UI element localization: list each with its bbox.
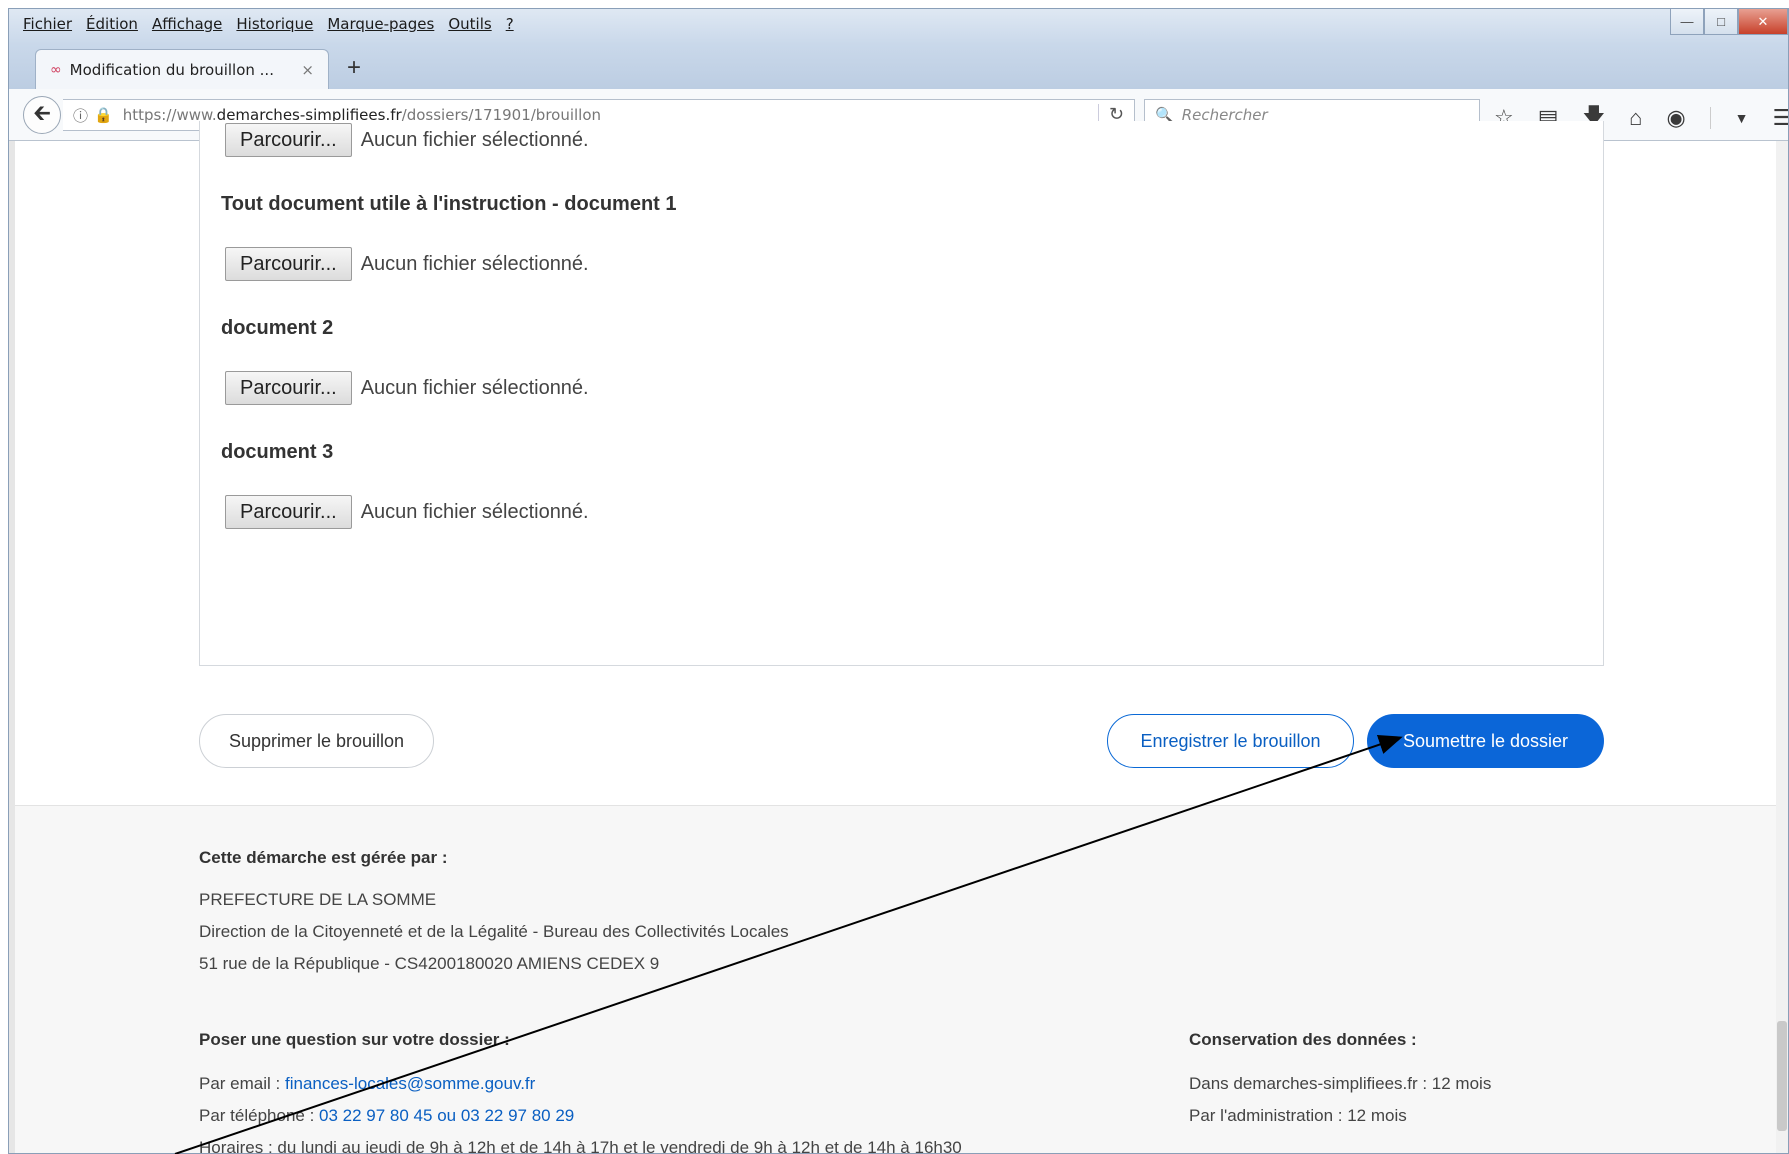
dropdown-icon[interactable]: ▼ (1735, 110, 1749, 126)
tab-close-icon[interactable]: × (301, 61, 314, 79)
retention-line: Dans demarches-simplifiees.fr : 12 mois (1189, 1074, 1492, 1093)
field-label-document-3: document 3 (221, 441, 334, 463)
tab-strip: ∞ Modification du brouillon ... × + (9, 45, 1788, 89)
email-line: Par email : finances-locales@somme.gouv.… (199, 1074, 536, 1093)
browse-button-document-3[interactable]: Parcourir... (225, 495, 352, 529)
phone-link[interactable]: 03 22 97 80 45 ou 03 22 97 80 29 (319, 1106, 574, 1125)
info-icon[interactable]: ⓘ (73, 105, 88, 126)
lock-icon[interactable]: 🔒 (94, 106, 113, 124)
menu-historique[interactable]: Historique (236, 15, 313, 33)
tab-active[interactable]: ∞ Modification du brouillon ... × (35, 49, 329, 89)
menu-bar: Fichier Édition Affichage Historique Mar… (23, 15, 514, 33)
toolbar-separator (1709, 107, 1711, 129)
org-line: Direction de la Citoyenneté et de la Lég… (199, 922, 789, 941)
menu-edition[interactable]: Édition (86, 15, 138, 33)
close-window-button[interactable]: ✕ (1738, 9, 1788, 35)
browse-button-document-2[interactable]: Parcourir... (225, 371, 352, 405)
title-bar: Fichier Édition Affichage Historique Mar… (9, 9, 1788, 45)
new-tab-button[interactable]: + (339, 51, 369, 85)
home-icon[interactable]: ⌂ (1629, 105, 1642, 131)
menu-marque-pages[interactable]: Marque-pages (327, 15, 434, 33)
menu-fichier[interactable]: Fichier (23, 15, 72, 33)
org-line: 51 rue de la République - CS4200180020 A… (199, 954, 660, 973)
hours-line: Horaires : du lundi au jeudi de 9h à 12h… (199, 1138, 962, 1154)
vertical-scrollbar[interactable] (1776, 141, 1788, 1153)
hamburger-menu-icon[interactable]: ☰ (1773, 105, 1788, 131)
menu-help[interactable]: ? (506, 15, 514, 33)
menu-outils[interactable]: Outils (448, 15, 491, 33)
org-line: PREFECTURE DE LA SOMME (199, 890, 437, 909)
window-controls: — □ ✕ (1670, 9, 1788, 35)
file-row-document-2: Parcourir... Aucun fichier sélectionné. (225, 371, 589, 405)
delete-draft-button[interactable]: Supprimer le brouillon (199, 714, 434, 768)
page-footer: Cette démarche est gérée par : PREFECTUR… (15, 805, 1776, 1154)
file-status-document-3: Aucun fichier sélectionné. (360, 500, 589, 523)
file-status: Aucun fichier sélectionné. (360, 128, 589, 151)
phone-line: Par téléphone : 03 22 97 80 45 ou 03 22 … (199, 1106, 575, 1125)
browse-button[interactable]: Parcourir... (225, 123, 352, 157)
tab-title: Modification du brouillon ... (69, 60, 274, 79)
page-viewport: Parcourir... Aucun fichier sélectionné. … (9, 121, 1788, 1154)
retention-line: Par l'administration : 12 mois (1189, 1106, 1407, 1125)
field-label-document-2: document 2 (221, 317, 334, 339)
browser-window: Fichier Édition Affichage Historique Mar… (8, 8, 1789, 1154)
file-status-document-1: Aucun fichier sélectionné. (360, 252, 589, 275)
file-row-document-1: Parcourir... Aucun fichier sélectionné. (225, 247, 589, 281)
extension-icon[interactable]: ◉ (1666, 105, 1685, 131)
scrollbar-thumb[interactable] (1777, 1021, 1787, 1131)
file-row-top: Parcourir... Aucun fichier sélectionné. (225, 123, 589, 157)
file-status-document-2: Aucun fichier sélectionné. (360, 376, 589, 399)
submit-file-button[interactable]: Soumettre le dossier (1367, 714, 1604, 768)
field-label-document-1: Tout document utile à l'instruction - do… (221, 193, 677, 215)
site-favicon-icon: ∞ (50, 61, 62, 78)
browse-button-document-1[interactable]: Parcourir... (225, 247, 352, 281)
file-row-document-3: Parcourir... Aucun fichier sélectionné. (225, 495, 589, 529)
minimize-button[interactable]: — (1670, 9, 1704, 35)
managed-by-title: Cette démarche est gérée par : (199, 848, 448, 867)
email-link[interactable]: finances-locales@somme.gouv.fr (285, 1074, 535, 1093)
menu-affichage[interactable]: Affichage (152, 15, 222, 33)
retention-title: Conservation des données : (1189, 1030, 1417, 1049)
maximize-button[interactable]: □ (1704, 9, 1738, 35)
back-arrow-icon[interactable]: 🡰 (23, 96, 61, 134)
save-draft-button[interactable]: Enregistrer le brouillon (1107, 714, 1354, 768)
question-title: Poser une question sur votre dossier : (199, 1030, 510, 1049)
